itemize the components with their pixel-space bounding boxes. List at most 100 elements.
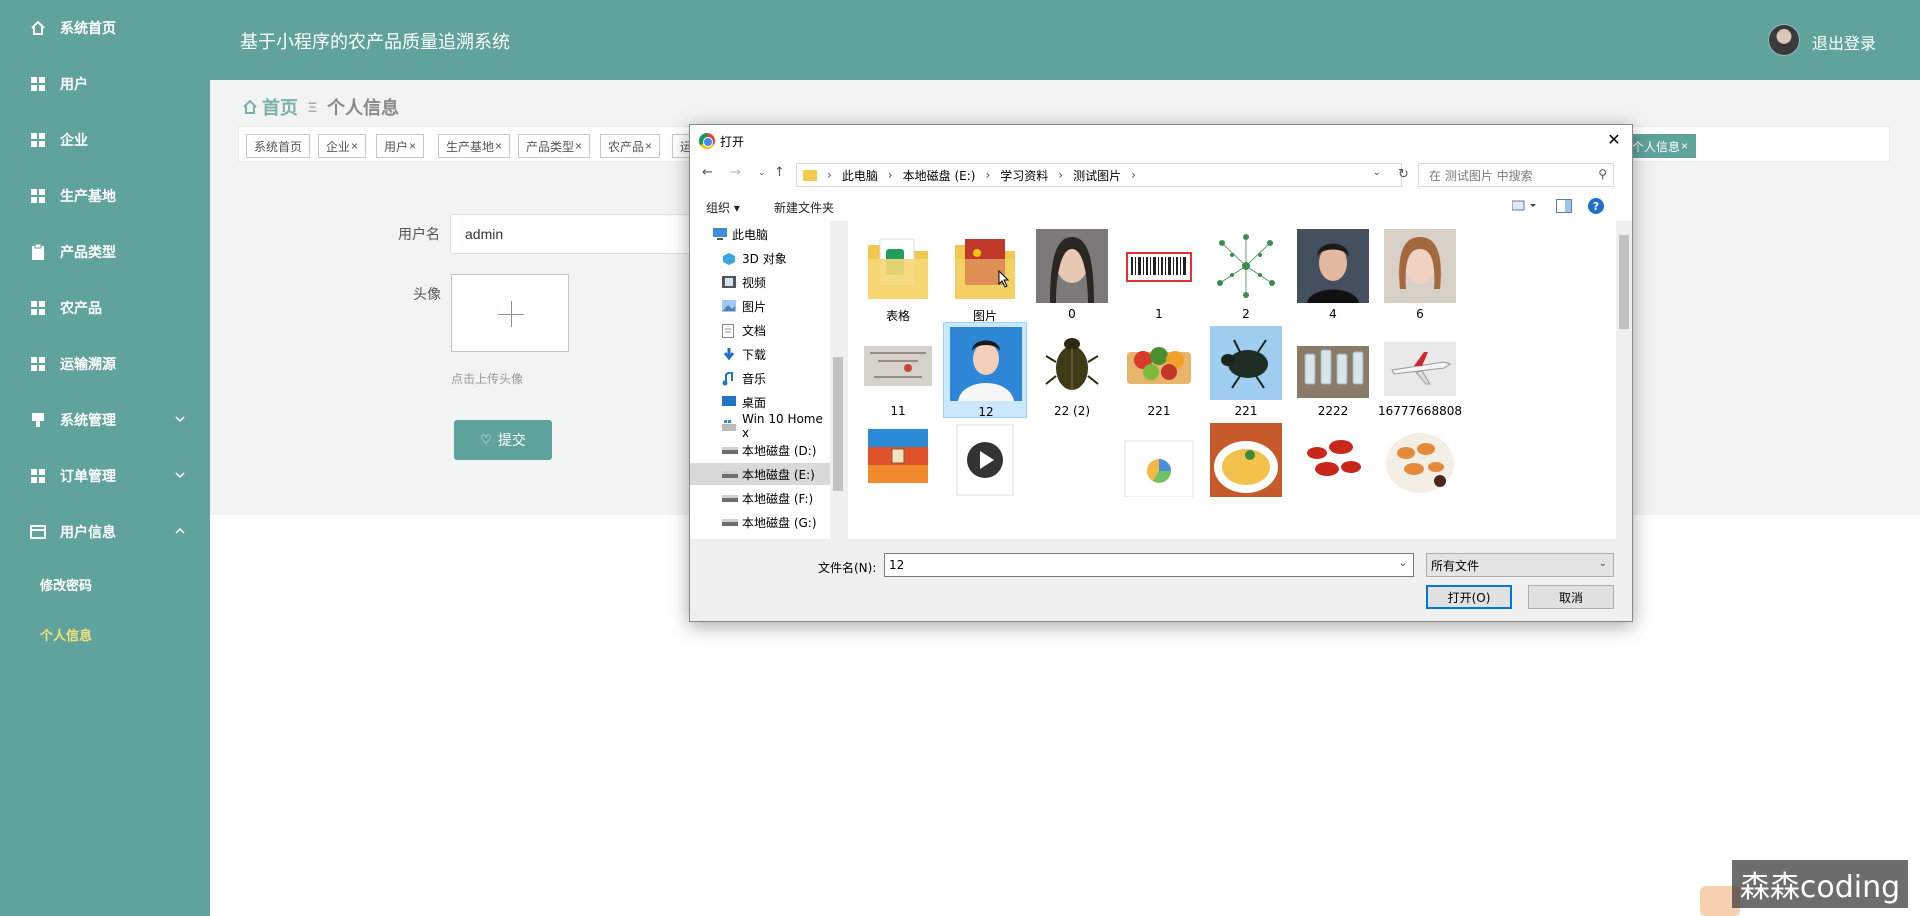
nav-scroll-thumb[interactable] <box>833 357 843 491</box>
sidebar-item[interactable]: 农产品 <box>0 288 210 328</box>
nav-tree-item[interactable]: 本地磁盘 (G:) <box>690 511 830 533</box>
nav-tree-item[interactable]: 本地磁盘 (F:) <box>690 487 830 509</box>
filename-input[interactable]: 12 ⌄ <box>884 553 1414 577</box>
open-button[interactable]: 打开(O) <box>1426 585 1512 609</box>
nav-tree-item[interactable]: 桌面 <box>690 391 830 413</box>
sidebar-subitem[interactable]: 个人信息 <box>0 616 210 652</box>
file-item[interactable]: 表格 <box>856 225 940 323</box>
sidebar-item[interactable]: 生产基地 <box>0 176 210 216</box>
sidebar-item[interactable]: 系统首页 <box>0 8 210 48</box>
tag-item[interactable]: 生产基地 × <box>438 134 511 158</box>
search-input[interactable]: 在 测试图片 中搜索 ⚲ <box>1418 163 1614 187</box>
file-item[interactable]: 2 <box>1204 225 1288 321</box>
username-input[interactable] <box>450 214 700 254</box>
tag-item[interactable]: 产品类型 × <box>518 134 591 158</box>
sidebar-subitem[interactable]: 修改密码 <box>0 566 210 602</box>
path-arrow: › <box>1058 168 1064 182</box>
close-icon[interactable]: ✕ <box>1604 130 1624 150</box>
recent-locations-icon[interactable]: ⌄ <box>758 168 766 178</box>
file-item[interactable]: 221 <box>1117 322 1201 418</box>
drive-icon <box>722 492 738 504</box>
breadcrumb-home[interactable]: 首页 <box>262 94 298 120</box>
file-item[interactable]: 12 <box>943 322 1027 419</box>
nav-tree-item[interactable]: 本地磁盘 (D:) <box>690 439 830 461</box>
tag-item[interactable]: 个人信息 × <box>1624 134 1697 158</box>
help-icon[interactable]: ? <box>1588 198 1604 214</box>
close-icon[interactable]: × <box>351 139 358 153</box>
sidebar-item[interactable]: 运输溯源 <box>0 344 210 384</box>
close-icon[interactable]: × <box>1681 139 1688 153</box>
files-scrollbar[interactable] <box>1616 221 1632 539</box>
cancel-button[interactable]: 取消 <box>1528 585 1614 609</box>
new-folder-button[interactable]: 新建文件夹 <box>774 199 834 216</box>
file-type-select[interactable]: 所有文件 ⌄ <box>1426 553 1614 577</box>
forward-icon[interactable]: → <box>730 165 741 180</box>
file-item[interactable]: 11 <box>856 322 940 418</box>
file-item[interactable] <box>1378 419 1462 515</box>
up-icon[interactable]: ↑ <box>774 165 785 180</box>
nav-tree-item[interactable]: 本地磁盘 (E:) <box>690 463 830 485</box>
avatar-upload[interactable] <box>451 274 569 352</box>
sidebar-item[interactable]: 用户信息 <box>0 512 210 552</box>
file-item[interactable] <box>943 419 1027 515</box>
files-scroll-thumb[interactable] <box>1619 235 1629 329</box>
nav-tree-item[interactable]: 文档 <box>690 319 830 341</box>
file-item[interactable]: 1677766880871 <box>1378 322 1462 418</box>
file-item[interactable]: 1 <box>1117 225 1201 321</box>
nav-tree-item[interactable]: 下载 <box>690 343 830 365</box>
tag-item[interactable]: 用户 × <box>376 134 425 158</box>
nav-tree-item[interactable]: 视频 <box>690 271 830 293</box>
sidebar-item[interactable]: 订单管理 <box>0 456 210 496</box>
nav-tree-item[interactable]: 3D 对象 <box>690 247 830 269</box>
file-item[interactable] <box>856 419 940 515</box>
preview-pane-icon[interactable] <box>1556 199 1572 216</box>
file-item[interactable]: 图片 <box>943 225 1027 323</box>
nav-tree-item[interactable]: 图片 <box>690 295 830 317</box>
tag-item[interactable]: 企业 × <box>318 134 367 158</box>
path-arrow: › <box>985 168 991 182</box>
file-item[interactable] <box>1291 419 1375 515</box>
path-segment[interactable]: 本地磁盘 (E:) <box>903 167 976 184</box>
file-item[interactable]: 22 (2) <box>1030 322 1114 418</box>
file-item[interactable]: 2222 <box>1291 322 1375 418</box>
nav-tree-item[interactable]: Win 10 Home x <box>690 412 830 440</box>
document-icon <box>722 324 736 338</box>
nav-tree-item[interactable]: 音乐 <box>690 367 830 389</box>
sidebar-item[interactable]: 产品类型 <box>0 232 210 272</box>
tag-item[interactable]: 系统首页 <box>246 134 311 158</box>
file-item[interactable] <box>1204 419 1288 515</box>
user-avatar[interactable] <box>1768 24 1800 56</box>
file-item[interactable]: 6 <box>1378 225 1462 321</box>
file-name: 12 <box>978 405 994 419</box>
back-icon[interactable]: ← <box>702 165 713 180</box>
close-icon[interactable]: × <box>409 139 416 153</box>
dialog-titlebar[interactable]: 打开 ✕ <box>690 125 1632 155</box>
path-segment[interactable]: 此电脑 <box>842 167 878 184</box>
path-segment[interactable]: 学习资料 <box>1000 167 1048 184</box>
sidebar-item[interactable]: 企业 <box>0 120 210 160</box>
chevron-down-icon[interactable]: ⌄ <box>1599 558 1607 569</box>
address-bar[interactable]: › 此电脑 › 本地磁盘 (E:) › 学习资料 › 测试图片 › ⌄ <box>796 163 1402 187</box>
file-item[interactable] <box>1030 419 1114 515</box>
view-options-icon[interactable] <box>1511 200 1540 215</box>
submit-button[interactable]: ♡ 提交 <box>454 420 552 460</box>
file-item[interactable] <box>1117 419 1201 515</box>
close-icon[interactable]: × <box>495 139 502 153</box>
file-item[interactable]: 221 <box>1204 322 1288 418</box>
organize-menu[interactable]: 组织 ▾ <box>706 199 740 216</box>
chevron-down-icon[interactable]: ⌄ <box>1373 167 1381 178</box>
tag-item[interactable]: 农产品 × <box>600 134 661 158</box>
close-icon[interactable]: × <box>575 139 582 153</box>
nav-tree-item[interactable]: 此电脑 <box>690 223 830 245</box>
logout-button[interactable]: 退出登录 <box>1812 30 1876 54</box>
refresh-icon[interactable]: ↻ <box>1398 167 1409 182</box>
path-segment[interactable]: 测试图片 <box>1073 167 1121 184</box>
nav-scrollbar[interactable] <box>830 221 846 539</box>
close-icon[interactable]: × <box>645 139 652 153</box>
file-item[interactable]: 4 <box>1291 225 1375 321</box>
sidebar-item[interactable]: 用户 <box>0 64 210 104</box>
file-thumbnail <box>1123 229 1195 303</box>
sidebar-item[interactable]: 系统管理 <box>0 400 210 440</box>
chevron-down-icon[interactable]: ⌄ <box>1399 558 1407 569</box>
file-item[interactable]: 0 <box>1030 225 1114 321</box>
